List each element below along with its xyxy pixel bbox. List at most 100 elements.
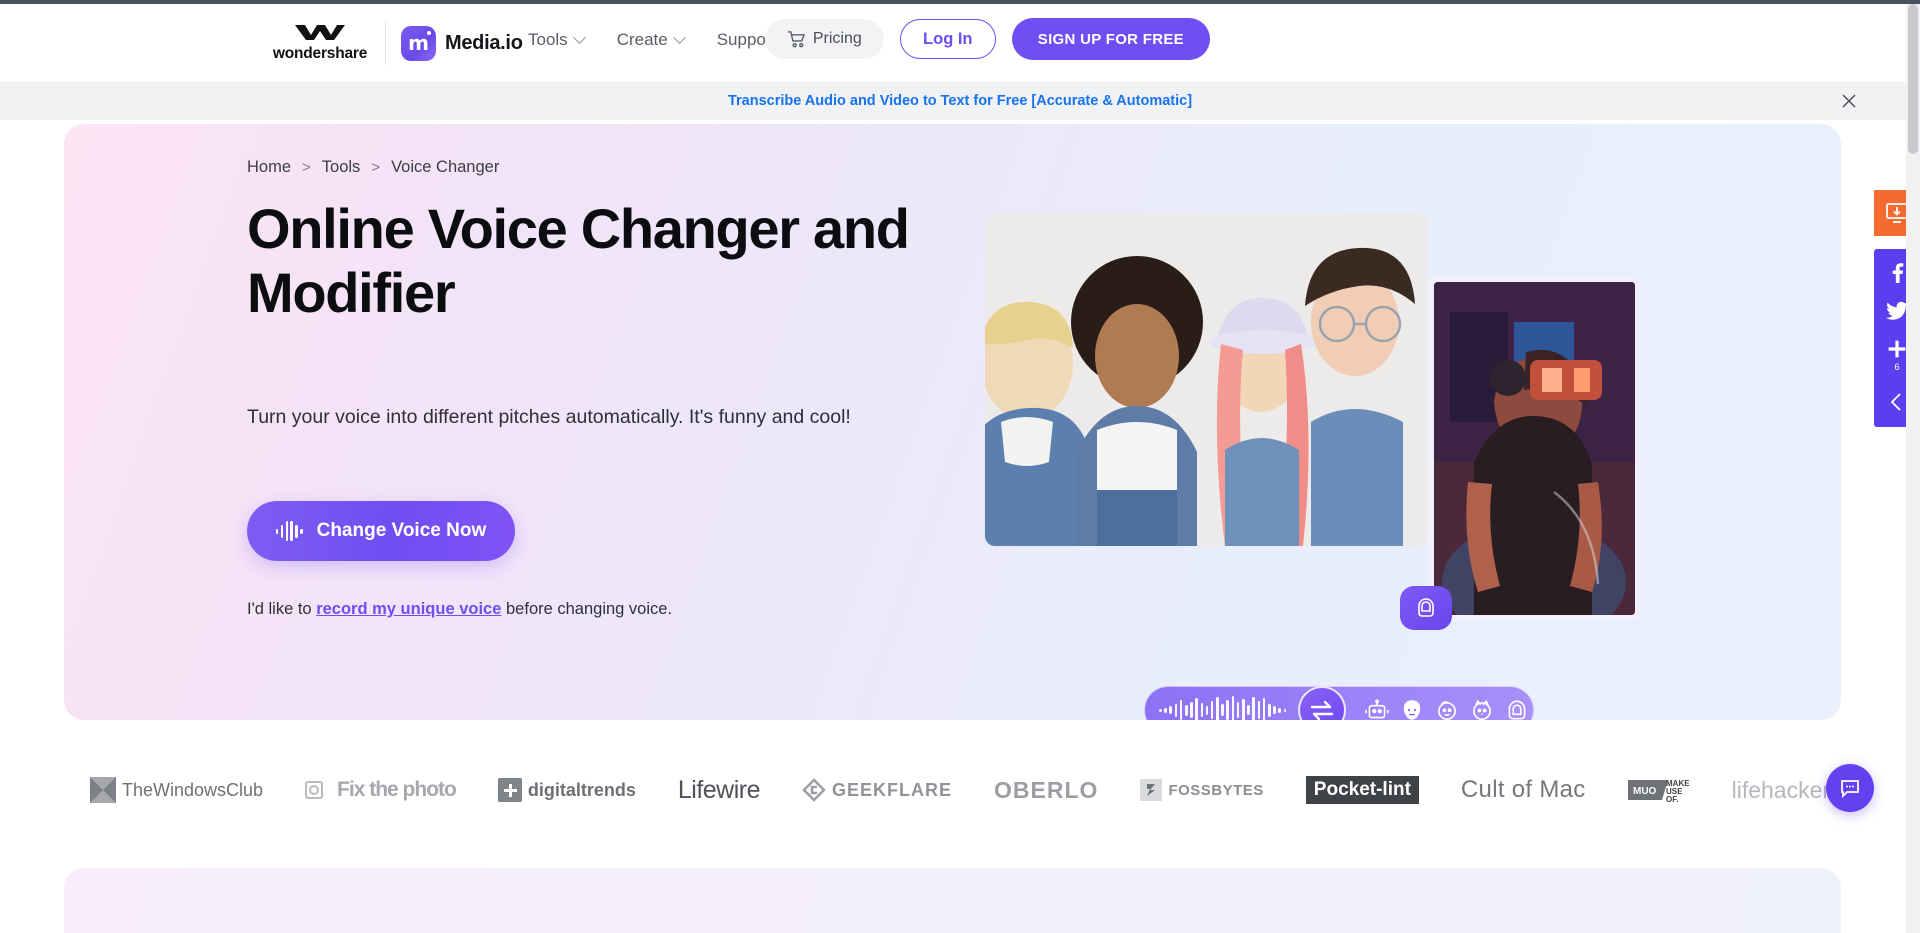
signup-button[interactable]: SIGN UP FOR FREE xyxy=(1011,18,1210,60)
press-logo-label: OBERLO xyxy=(994,776,1099,803)
press-logo-label: GEEKFLARE xyxy=(832,779,953,800)
page-title: Online Voice Changer and Modifier xyxy=(247,197,910,324)
promo-banner-link[interactable]: Transcribe Audio and Video to Text for F… xyxy=(728,93,1192,109)
header-divider xyxy=(385,21,386,65)
swap-voice-button[interactable] xyxy=(1298,686,1347,720)
page-root: wondershare m Media.io Tools Create Supp… xyxy=(0,0,1920,933)
press-logo-label: Cult of Mac xyxy=(1460,776,1586,803)
fossbytes-icon xyxy=(1140,779,1163,801)
press-logo-geekflare: GEEKFLARE xyxy=(802,778,952,802)
nav-item-label: Create xyxy=(616,30,668,49)
header-actions: Pricing Log In SIGN UP FOR FREE xyxy=(764,18,1920,60)
press-logo-digitaltrends: digitaltrends xyxy=(497,778,636,802)
group-of-friends-photo xyxy=(985,214,1427,546)
makeuseof-icon: MUO MAKE USE OF. xyxy=(1627,779,1690,804)
baby-face-icon[interactable] xyxy=(1434,697,1460,720)
boy-face-icon[interactable] xyxy=(1399,697,1425,720)
chevron-left-icon xyxy=(1890,393,1901,411)
press-logo-fixthephoto: Fix the photo xyxy=(305,778,457,802)
cta-label: Change Voice Now xyxy=(316,520,487,541)
scrollbar-thumb[interactable] xyxy=(1908,4,1918,154)
press-logo-label: lifehacker xyxy=(1731,776,1831,803)
group-photo-illustration xyxy=(985,214,1427,546)
twitter-icon[interactable] xyxy=(1886,301,1908,321)
vr-gamer-illustration xyxy=(1434,282,1635,615)
promo-banner: Transcribe Audio and Video to Text for F… xyxy=(0,82,1920,120)
close-icon[interactable] xyxy=(1840,92,1858,110)
login-button[interactable]: Log In xyxy=(899,19,996,59)
waveform-icon xyxy=(1159,695,1287,720)
digitaltrends-icon xyxy=(497,778,522,802)
press-logo-label: FOSSBYTES xyxy=(1168,781,1264,799)
windowsclub-icon xyxy=(89,777,116,803)
hero-section: Home > Tools > Voice Changer Online Voic… xyxy=(64,124,1841,720)
chevron-down-icon xyxy=(672,30,686,44)
cat-face-icon[interactable] xyxy=(1469,697,1495,720)
pricing-label: Pricing xyxy=(812,30,862,47)
signup-label: SIGN UP FOR FREE xyxy=(1037,30,1184,48)
breadcrumb-item-home[interactable]: Home xyxy=(247,158,291,177)
wondershare-wordmark: wondershare xyxy=(272,45,368,62)
wondershare-logo[interactable]: wondershare xyxy=(265,22,375,63)
chat-support-button[interactable] xyxy=(1826,764,1874,812)
press-logo-strip: TheWindowsClub Fix the photo digitaltren… xyxy=(0,755,1920,825)
waveform-icon xyxy=(275,521,303,541)
next-section-card xyxy=(64,868,1841,933)
fixthephoto-icon xyxy=(305,781,324,799)
note-suffix: before changing voice. xyxy=(501,600,673,618)
press-logo-pocketlint: Pocket-lint xyxy=(1305,776,1419,804)
login-label: Log In xyxy=(923,29,973,48)
chevron-down-icon xyxy=(572,30,586,44)
press-logo-lifewire: Lifewire xyxy=(677,775,761,805)
collapse-rail-button[interactable] xyxy=(1887,391,1907,413)
site-header: wondershare m Media.io Tools Create Supp… xyxy=(0,4,1920,82)
cart-icon xyxy=(787,30,805,47)
page-scrollbar[interactable] xyxy=(1906,4,1920,933)
note-prefix: I'd like to xyxy=(247,600,317,618)
press-logo-label: TheWindowsClub xyxy=(121,779,264,800)
voice-changer-toolbar xyxy=(1144,686,1534,720)
breadcrumb-separator: > xyxy=(302,159,311,176)
voice-preset-list xyxy=(1364,697,1530,720)
swap-arrows-icon xyxy=(1310,700,1334,720)
robot-face-icon[interactable] xyxy=(1364,697,1390,720)
press-logo-label: Lifewire xyxy=(677,775,761,804)
press-logo-label: digitaltrends xyxy=(527,779,636,800)
voice-preset-badge[interactable] xyxy=(1400,586,1452,630)
wondershare-mark-icon xyxy=(295,25,345,40)
hero-subtitle: Turn your voice into different pitches a… xyxy=(247,406,851,428)
press-logo-fossbytes: FOSSBYTES xyxy=(1140,779,1263,801)
woman-face-icon xyxy=(1418,598,1434,617)
svg-text:OF.: OF. xyxy=(1666,795,1678,804)
main-nav: Tools Create Support xyxy=(528,30,795,50)
press-logo-label: Fix the photo xyxy=(337,778,457,801)
mediaio-logo[interactable]: m Media.io xyxy=(401,26,523,61)
chat-bubble-icon xyxy=(1841,780,1859,799)
press-logo-oberlo: OBERLO xyxy=(994,777,1098,804)
breadcrumb-item-current: Voice Changer xyxy=(391,158,500,176)
mediaio-wordmark: Media.io xyxy=(445,32,523,54)
vr-gamer-photo xyxy=(1428,276,1641,621)
share-plus-button[interactable] xyxy=(1887,339,1907,359)
press-logo-lifehacker: lifehacker xyxy=(1732,777,1830,804)
nav-item-tools[interactable]: Tools xyxy=(528,30,586,50)
geekflare-icon xyxy=(802,778,826,802)
breadcrumb: Home > Tools > Voice Changer xyxy=(247,158,499,177)
m-logo-icon: m xyxy=(401,26,436,61)
pricing-button[interactable]: Pricing xyxy=(764,19,884,59)
press-logo-thewindowsclub: TheWindowsClub xyxy=(89,777,264,803)
svg-text:MUO: MUO xyxy=(1633,786,1657,797)
press-logo-makeuseof: MUO MAKE USE OF. xyxy=(1627,776,1690,804)
breadcrumb-item-tools[interactable]: Tools xyxy=(322,158,361,177)
woman-face-icon[interactable] xyxy=(1504,697,1530,720)
breadcrumb-separator: > xyxy=(371,159,381,176)
record-my-unique-voice-link[interactable]: record my unique voice xyxy=(316,600,501,618)
press-logo-cultofmac: Cult of Mac xyxy=(1461,776,1586,804)
nav-item-label: Tools xyxy=(528,30,568,49)
nav-item-create[interactable]: Create xyxy=(616,30,686,50)
record-voice-note: I'd like to record my unique voice befor… xyxy=(247,600,672,619)
facebook-icon[interactable] xyxy=(1887,261,1907,283)
press-logo-label: Pocket-lint xyxy=(1313,779,1411,800)
change-voice-now-button[interactable]: Change Voice Now xyxy=(247,501,515,561)
share-count: 6 xyxy=(1894,362,1900,373)
